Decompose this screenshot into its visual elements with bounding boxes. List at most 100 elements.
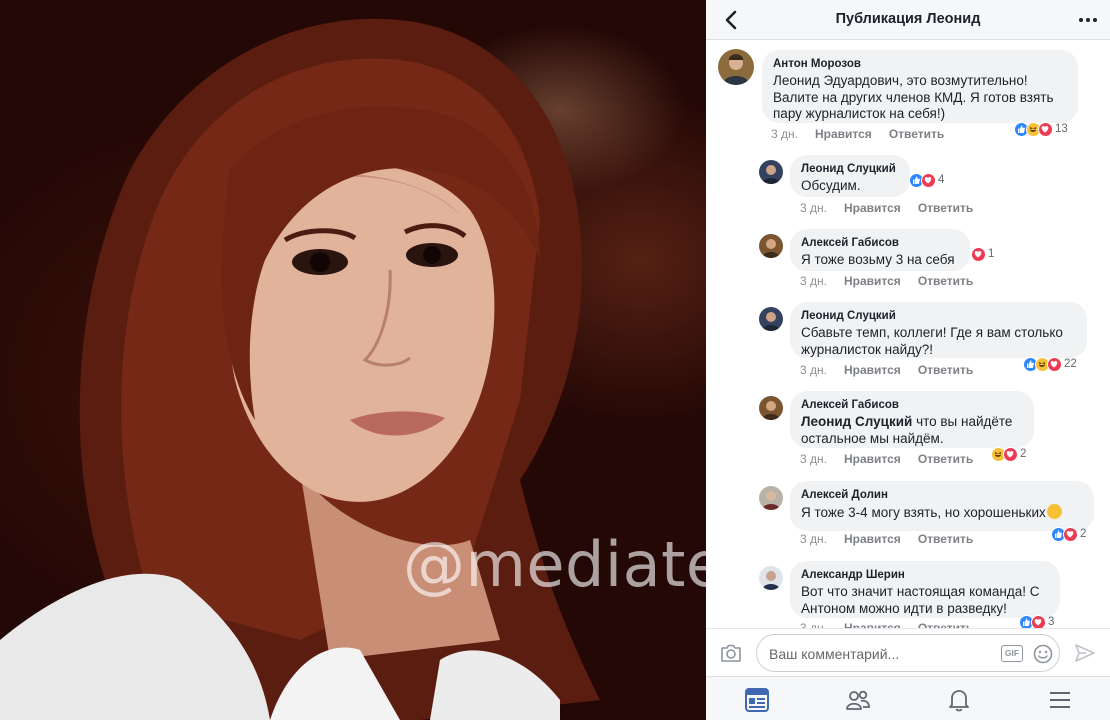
comment-meta: 3 дн. Нравится Ответить: [800, 363, 990, 377]
reaction-count: 13: [1055, 123, 1068, 135]
page-title: Публикация Леонид: [835, 11, 981, 27]
comment-text: Вот что значит настоящая команда! С Анто…: [801, 584, 1040, 616]
emoji-smile-icon[interactable]: [1033, 644, 1053, 664]
friends-icon[interactable]: [845, 687, 871, 713]
bottom-tab-bar: [706, 676, 1110, 720]
comment-bubble: Леонид Слуцкий Сбавьте темп, коллеги! Гд…: [790, 302, 1087, 358]
reactions[interactable]: 2: [1051, 526, 1086, 542]
comment-text: Сбавьте темп, коллеги! Где я вам столько…: [801, 325, 1063, 357]
avatar[interactable]: [759, 307, 783, 331]
comment-bubble: Алексей Габисов Леонид Слуцкий что вы на…: [790, 391, 1034, 448]
send-icon[interactable]: [1074, 642, 1096, 664]
comments-panel: Публикация Леонид Антон Морозов Леонид Э…: [706, 0, 1110, 720]
comment-author[interactable]: Антон Морозов: [773, 57, 1066, 71]
comment-bubble: Антон Морозов Леонид Эдуардович, это воз…: [762, 50, 1078, 123]
portrait-illustration: [0, 18, 600, 720]
comment-text: Леонид Слуцкий что вы найдёте остальное …: [801, 414, 1022, 447]
like-button[interactable]: Нравится: [844, 274, 901, 288]
reaction-count: 22: [1064, 358, 1077, 370]
reactions[interactable]: 13: [1014, 121, 1068, 137]
comment-text: Леонид Эдуардович, это возмутительно! Ва…: [773, 73, 1054, 121]
smiley-emoji-icon: [1046, 504, 1062, 519]
comment-composer: Ваш комментарий... GIF: [706, 628, 1110, 676]
avatar[interactable]: [759, 160, 783, 184]
more-options-icon[interactable]: [1078, 12, 1098, 28]
love-icon: [971, 246, 986, 262]
portrait-photo: @mediatech: [0, 0, 706, 720]
avatar-image: [759, 396, 783, 420]
comment-input-placeholder: Ваш комментарий...: [769, 646, 900, 662]
mention-link[interactable]: Леонид Слуцкий: [801, 414, 912, 429]
avatar[interactable]: [759, 486, 783, 510]
like-button[interactable]: Нравится: [815, 127, 872, 141]
comment-author[interactable]: Алексей Габисов: [801, 398, 1022, 412]
comment-author[interactable]: Алексей Габисов: [801, 236, 958, 250]
reaction-count: 2: [1080, 528, 1087, 540]
avatar-image: [718, 49, 754, 85]
comment-meta: 3 дн. Нравится Ответить: [771, 127, 961, 141]
avatar[interactable]: [759, 566, 783, 590]
reaction-count: 2: [1020, 448, 1027, 460]
camera-icon[interactable]: [720, 643, 742, 663]
comment-bubble: Александр Шерин Вот что значит настоящая…: [790, 561, 1060, 618]
avatar-image: [759, 486, 783, 510]
comment-time: 3 дн.: [800, 274, 827, 288]
comment-text-body: Я тоже 3-4 могу взять, но хорошеньких: [801, 505, 1046, 520]
avatar-image: [759, 234, 783, 258]
comment-bubble: Леонид Слуцкий Обсудим.: [790, 155, 910, 197]
reactions[interactable]: 4: [909, 172, 944, 188]
like-button[interactable]: Нравится: [844, 532, 901, 546]
comment-meta: 3 дн. Нравится Ответить: [800, 532, 990, 546]
avatar[interactable]: [759, 396, 783, 420]
comment-time: 3 дн.: [800, 452, 827, 466]
comment-input[interactable]: Ваш комментарий... GIF: [756, 634, 1060, 672]
reactions[interactable]: 1: [971, 246, 994, 262]
love-icon: [1003, 446, 1018, 462]
reactions[interactable]: 22: [1023, 356, 1077, 372]
menu-icon[interactable]: [1047, 687, 1073, 713]
reaction-count: 1: [988, 248, 995, 260]
comment-author[interactable]: Леонид Слуцкий: [801, 309, 1075, 323]
top-bar: Публикация Леонид: [706, 0, 1110, 40]
avatar-image: [759, 160, 783, 184]
reply-button[interactable]: Ответить: [918, 452, 973, 466]
reply-button[interactable]: Ответить: [918, 274, 973, 288]
reply-button[interactable]: Ответить: [918, 201, 973, 215]
reply-button[interactable]: Ответить: [918, 532, 973, 546]
news-feed-icon[interactable]: [744, 687, 770, 713]
like-button[interactable]: Нравится: [844, 452, 901, 466]
reaction-count: 3: [1048, 616, 1055, 628]
notifications-bell-icon[interactable]: [946, 687, 972, 713]
watermark: @mediatech: [403, 528, 706, 601]
reply-button[interactable]: Ответить: [918, 363, 973, 377]
love-icon: [1063, 526, 1078, 542]
love-icon: [1038, 121, 1053, 137]
comment-time: 3 дн.: [771, 127, 798, 141]
comment-meta: 3 дн. Нравится Ответить: [800, 274, 990, 288]
like-button[interactable]: Нравится: [844, 363, 901, 377]
avatar-image: [759, 307, 783, 331]
love-icon: [1047, 356, 1062, 372]
comment-author[interactable]: Александр Шерин: [801, 568, 1048, 582]
comment-text: Обсудим.: [801, 178, 861, 193]
comment-text: Я тоже возьму 3 на себя: [801, 252, 955, 267]
comment-bubble: Алексей Долин Я тоже 3-4 могу взять, но …: [790, 481, 1094, 531]
avatar-image: [759, 566, 783, 590]
back-arrow-icon[interactable]: [722, 10, 740, 30]
comment-author[interactable]: Алексей Долин: [801, 488, 1082, 502]
like-button[interactable]: Нравится: [844, 201, 901, 215]
love-icon: [921, 172, 936, 188]
comment-bubble: Алексей Габисов Я тоже возьму 3 на себя: [790, 229, 970, 271]
reply-button[interactable]: Ответить: [889, 127, 944, 141]
gif-icon[interactable]: GIF: [1001, 645, 1023, 662]
reaction-count: 4: [938, 174, 945, 186]
comment-time: 3 дн.: [800, 363, 827, 377]
comment-text: Я тоже 3-4 могу взять, но хорошеньких: [801, 504, 1082, 522]
avatar[interactable]: [759, 234, 783, 258]
reactions[interactable]: 2: [991, 446, 1026, 462]
comment-meta: 3 дн. Нравится Ответить: [800, 201, 990, 215]
avatar[interactable]: [718, 49, 754, 85]
comment-time: 3 дн.: [800, 532, 827, 546]
comment-author[interactable]: Леонид Слуцкий: [801, 162, 898, 176]
comment-meta: 3 дн. Нравится Ответить: [800, 452, 990, 466]
